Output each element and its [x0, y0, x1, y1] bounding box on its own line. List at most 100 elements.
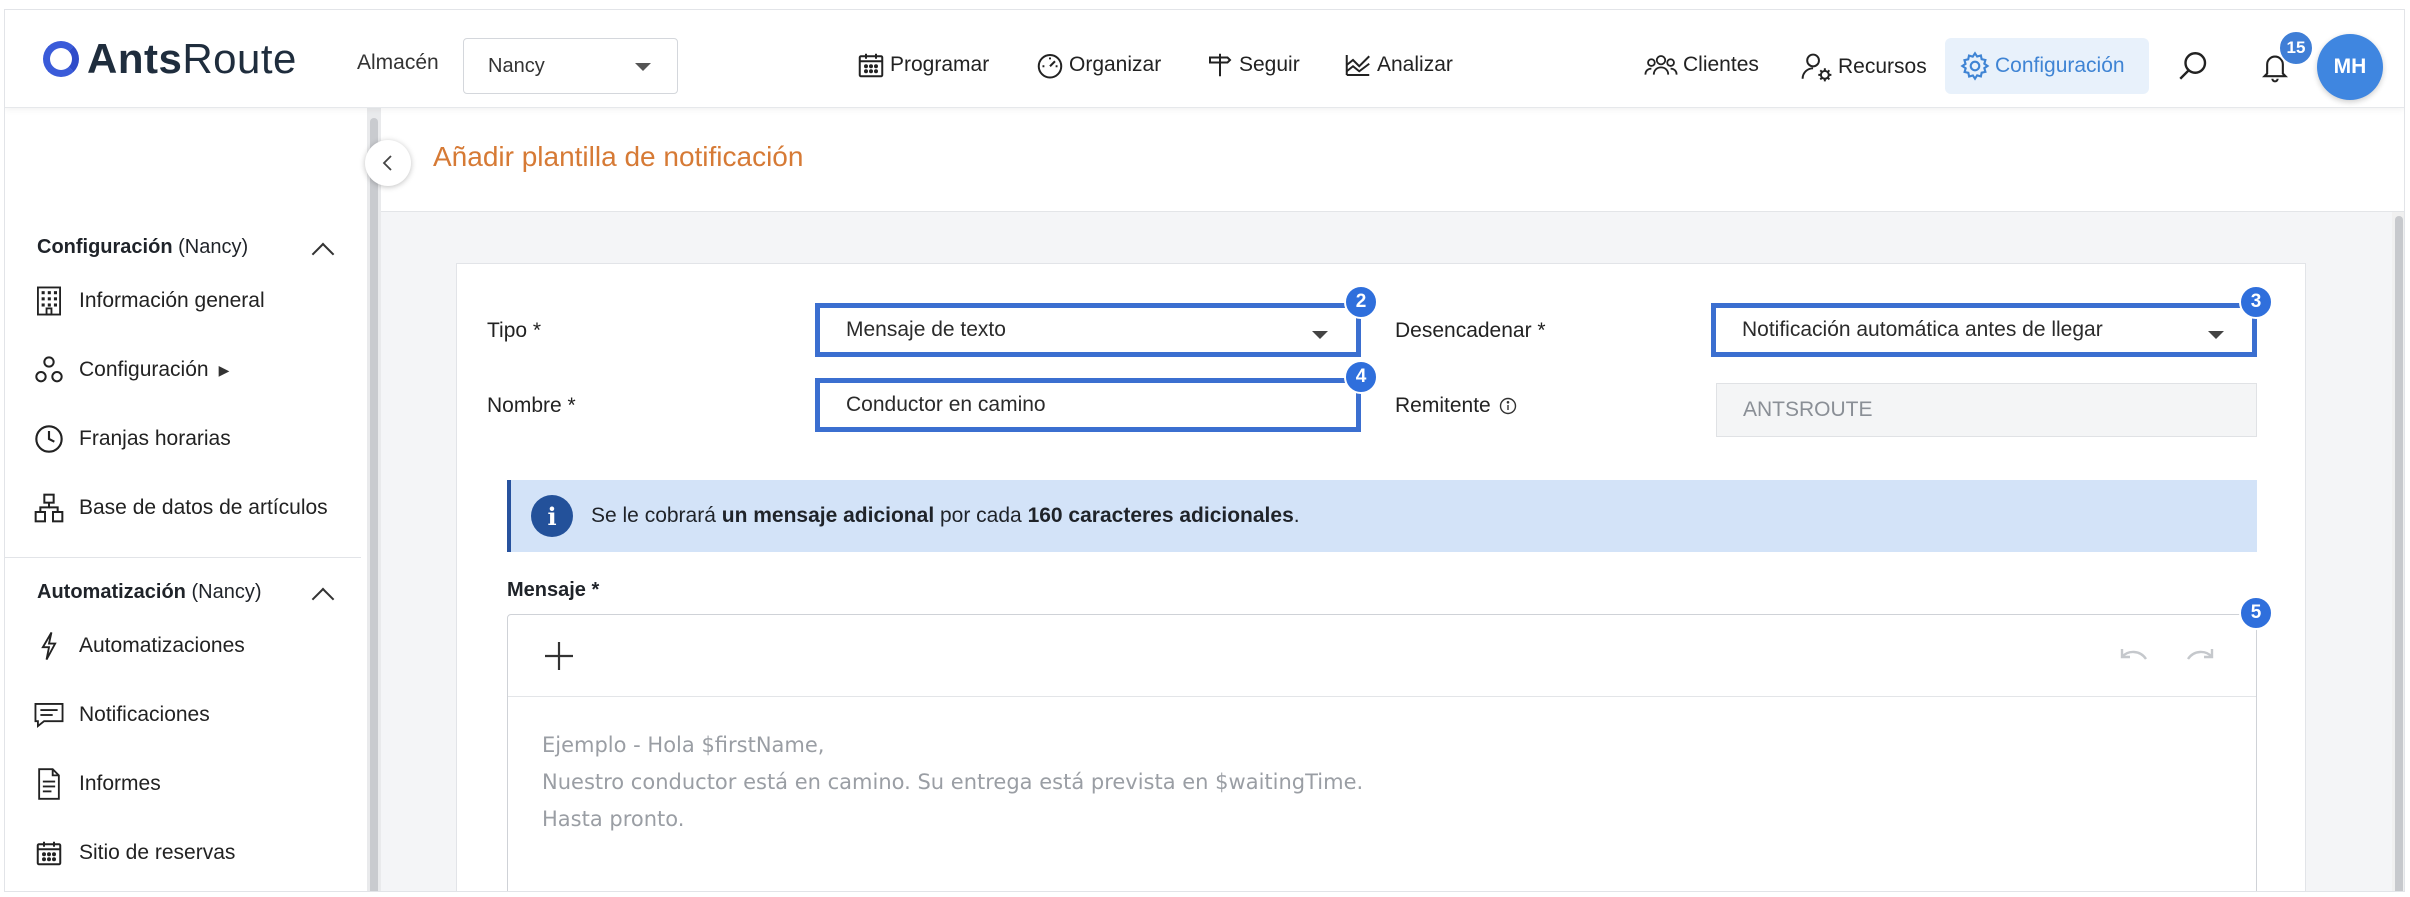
undo-icon: [2120, 649, 2147, 660]
sidebar-item-label: Franjas horarias: [79, 427, 231, 450]
building-icon: [33, 285, 65, 317]
sms-charge-info-banner: i Se le cobrará un mensaje adicional por…: [507, 480, 2257, 552]
chevron-up-icon[interactable]: [311, 587, 335, 611]
info-circle-icon[interactable]: [1499, 397, 1517, 415]
undo-button[interactable]: [2118, 645, 2150, 672]
warehouse-select[interactable]: Nancy: [463, 38, 678, 94]
nav-clientes-label: Clientes: [1683, 53, 1759, 76]
message-editor[interactable]: Ejemplo - Hola $firstName, Nuestro condu…: [507, 614, 2257, 891]
info-banner-text: Se le cobrará un mensaje adicional por c…: [591, 504, 1300, 527]
main-content: Añadir plantilla de notificación Tipo * …: [381, 108, 2404, 891]
sidebar-item-sitio-de-reservas[interactable]: Sitio de reservas: [33, 837, 235, 869]
sidebar-divider: [5, 557, 361, 558]
sidebar-item-notificaciones[interactable]: Notificaciones: [33, 699, 210, 731]
template-form-card: Tipo * Mensaje de texto 2 Desencadenar *…: [456, 263, 2306, 891]
plus-icon: [545, 642, 573, 670]
nav-recursos-label: Recursos: [1838, 55, 1927, 78]
sidebar-item-label: Base de datos de artículos: [79, 496, 328, 519]
sidebar-item-label: Informes: [79, 772, 161, 795]
page-header: Añadir plantilla de notificación: [381, 108, 2404, 212]
gear-icon: [1960, 51, 1990, 81]
page-title: Añadir plantilla de notificación: [433, 141, 804, 172]
callout-badge-4: 4: [1344, 360, 1378, 394]
chevron-down-icon: [2208, 331, 2224, 339]
antsroute-logo[interactable]: AntsRoute: [43, 35, 297, 82]
redo-icon: [2187, 649, 2214, 660]
nav-configuracion[interactable]: Configuración: [1945, 38, 2149, 94]
sidebar-item-base-de-datos-articulos[interactable]: Base de datos de artículos: [33, 492, 328, 524]
nombre-input[interactable]: Conductor en camino: [815, 378, 1361, 432]
nav-recursos[interactable]: Recursos: [1800, 50, 1927, 84]
sidebar-item-automatizaciones[interactable]: Automatizaciones: [33, 630, 245, 662]
nav-organizar-label: Organizar: [1069, 53, 1162, 76]
chevron-down-icon: [1312, 331, 1328, 339]
signpost-icon: [1209, 53, 1232, 77]
user-gear-icon: [1801, 53, 1832, 82]
sidebar-item-label: Automatizaciones: [79, 634, 245, 657]
nombre-label: Nombre *: [487, 394, 576, 417]
top-bar: AntsRoute Almacén Nancy Programar Organi…: [5, 10, 2404, 108]
sidebar-item-label: Sitio de reservas: [79, 841, 236, 864]
editor-toolbar: [508, 615, 2256, 697]
user-avatar[interactable]: MH: [2317, 34, 2383, 100]
info-icon: i: [531, 495, 573, 537]
nombre-value: Conductor en camino: [846, 393, 1046, 416]
app-window: AntsRoute Almacén Nancy Programar Organi…: [4, 9, 2405, 892]
tipo-value: Mensaje de texto: [846, 318, 1006, 341]
message-placeholder: Ejemplo - Hola $firstName, Nuestro condu…: [542, 733, 1364, 831]
nav-organizar[interactable]: Organizar: [1035, 50, 1161, 80]
nav-seguir-label: Seguir: [1239, 53, 1300, 76]
desencadenar-label: Desencadenar *: [1395, 319, 1546, 342]
warehouse-value: Nancy: [488, 54, 545, 77]
nav-clientes[interactable]: Clientes: [1643, 50, 1759, 80]
sidebar-section-automatizacion[interactable]: Automatización (Nancy): [37, 581, 261, 604]
warehouse-label: Almacén: [357, 51, 439, 74]
callout-badge-3: 3: [2239, 285, 2273, 319]
collapse-sidebar-button[interactable]: [365, 140, 411, 186]
nav-seguir[interactable]: Seguir: [1205, 50, 1300, 80]
remitente-label: Remitente: [1395, 394, 1491, 417]
tipo-label: Tipo *: [487, 319, 542, 342]
nav-analizar-label: Analizar: [1377, 53, 1453, 76]
search-icon: [2179, 52, 2207, 80]
main-scrollbar[interactable]: [2392, 212, 2404, 891]
sidebar-item-configuracion[interactable]: Configuración ▶: [33, 354, 229, 386]
chevron-left-icon: [382, 155, 392, 171]
chevron-down-icon: [635, 63, 651, 71]
redo-button[interactable]: [2184, 645, 2216, 672]
message-icon: [33, 699, 65, 731]
remitente-label-group: Remitente: [1395, 394, 1517, 418]
desencadenar-value: Notificación automática antes de llegar: [1742, 318, 2103, 341]
callout-badge-5: 5: [2239, 596, 2273, 630]
sidebar-item-franjas-horarias[interactable]: Franjas horarias: [33, 423, 231, 455]
search-button[interactable]: [2175, 48, 2211, 89]
clock-icon: [33, 423, 65, 455]
sidebar-scrollbar[interactable]: [367, 108, 381, 891]
sidebar-section-configuracion[interactable]: Configuración (Nancy): [37, 236, 248, 259]
speedometer-icon: [1037, 54, 1063, 79]
sidebar-item-label: Configuración: [79, 358, 209, 381]
sidebar-item-informacion-general[interactable]: Información general: [33, 285, 265, 317]
chevron-up-icon[interactable]: [311, 242, 335, 266]
calendar-icon: [33, 837, 65, 869]
settings-cluster-icon: [33, 354, 65, 386]
nav-configuracion-label: Configuración: [1995, 54, 2125, 77]
logo-text: AntsRoute: [87, 35, 297, 82]
remitente-input: ANTSROUTE: [1716, 383, 2257, 437]
users-icon: [1644, 55, 1678, 75]
desencadenar-select[interactable]: Notificación automática antes de llegar: [1711, 303, 2257, 357]
nav-programar-label: Programar: [890, 53, 990, 76]
nav-programar[interactable]: Programar: [856, 50, 989, 80]
nav-analizar[interactable]: Analizar: [1343, 50, 1453, 80]
sidebar-item-label: Información general: [79, 289, 265, 312]
calendar-icon: [858, 53, 884, 78]
insert-variable-button[interactable]: [542, 639, 576, 678]
logo-mark-icon: [43, 41, 79, 77]
boxes-icon: [33, 492, 65, 524]
remitente-value: ANTSROUTE: [1743, 398, 1873, 421]
sidebar-item-label: Notificaciones: [79, 703, 210, 726]
sidebar-item-informes[interactable]: Informes: [33, 768, 161, 800]
tipo-select[interactable]: Mensaje de texto: [815, 303, 1361, 357]
callout-badge-2: 2: [1344, 285, 1378, 319]
document-icon: [33, 768, 65, 800]
